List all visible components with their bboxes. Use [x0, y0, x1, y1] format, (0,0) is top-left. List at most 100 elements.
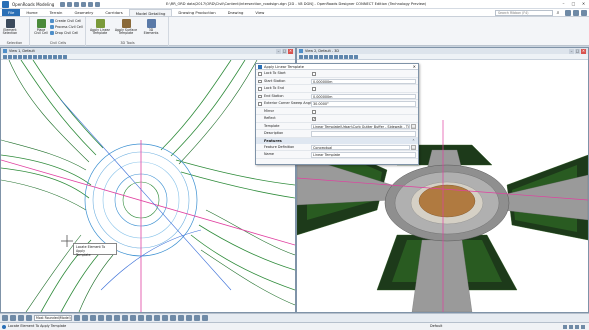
drop-civil-cell-button[interactable]: Drop Civil Cell: [50, 31, 78, 35]
copy-icon[interactable]: [130, 315, 136, 321]
element-selection-button[interactable]: Element Selection: [2, 19, 18, 36]
zoom-out-icon[interactable]: [18, 54, 22, 59]
search-icon[interactable]: ⌕: [555, 10, 561, 16]
copy-view-icon[interactable]: [53, 54, 57, 59]
tab-view[interactable]: View: [249, 9, 270, 16]
tab-file[interactable]: File: [2, 9, 21, 16]
fence-icon[interactable]: [122, 315, 128, 321]
create-civil-cell-button[interactable]: Create Civil Cell: [50, 19, 81, 23]
line-icon[interactable]: [170, 315, 176, 321]
view-1-close-icon[interactable]: ✕: [288, 48, 293, 54]
window-area-icon[interactable]: [23, 54, 27, 59]
zoom-in-icon[interactable]: [309, 54, 313, 59]
lock-to-start-checkbox[interactable]: [258, 72, 262, 76]
start-station-lock[interactable]: [258, 79, 262, 83]
zoom-out-icon[interactable]: [314, 54, 318, 59]
print-icon[interactable]: [95, 1, 101, 7]
notification-icon[interactable]: [581, 324, 585, 329]
tab-drawing[interactable]: Drawing: [222, 9, 250, 16]
pan-view-icon[interactable]: [38, 54, 42, 59]
apply-linear-template-button[interactable]: Apply Linear Template: [89, 19, 111, 36]
redo-icon[interactable]: [88, 1, 94, 7]
rotate-view-icon[interactable]: [33, 54, 37, 59]
move-icon[interactable]: [138, 315, 144, 321]
open-file-icon[interactable]: [67, 1, 73, 7]
close-icon[interactable]: ✕: [580, 1, 587, 7]
app-logo-icon[interactable]: [2, 0, 9, 8]
snap-icon[interactable]: [74, 315, 80, 321]
delete-icon[interactable]: [162, 315, 168, 321]
template-field[interactable]: Linear Template\Urban\Curb Gutter Buffer…: [311, 123, 410, 129]
walk-icon[interactable]: [349, 54, 353, 59]
rounding-mode-select[interactable]: Most Rounded(Model): [34, 315, 72, 321]
template-browse-button[interactable]: …: [411, 123, 416, 129]
ribbon-search-input[interactable]: Search Ribbon (F4): [495, 10, 553, 16]
tab-home[interactable]: Home: [20, 9, 43, 16]
view-toggle-icon[interactable]: [10, 315, 16, 321]
tab-corridors[interactable]: Corridors: [99, 9, 128, 16]
undo-icon[interactable]: [81, 1, 87, 7]
view-1-maximize-icon[interactable]: □: [282, 48, 287, 54]
help-icon[interactable]: [573, 10, 579, 16]
reflect-checkbox[interactable]: ✓: [312, 117, 316, 121]
start-station-field[interactable]: 0.000000m: [311, 78, 416, 84]
update-view-icon[interactable]: [304, 54, 308, 59]
scale-icon[interactable]: [154, 315, 160, 321]
settings-icon[interactable]: [2, 315, 8, 321]
feature-name-field[interactable]: Linear Template: [311, 152, 416, 158]
view-1-canvas[interactable]: [1, 59, 295, 312]
apply-surface-template-button[interactable]: Apply Surface Template: [114, 19, 138, 36]
mirror-checkbox[interactable]: [312, 109, 316, 114]
display-style-icon[interactable]: [58, 54, 62, 59]
view-2-maximize-icon[interactable]: □: [575, 48, 580, 54]
grid-icon[interactable]: [90, 315, 96, 321]
active-level[interactable]: Default: [430, 323, 442, 330]
workflow-selector[interactable]: OpenRoads Modeling: [12, 2, 54, 7]
end-station-field[interactable]: 0.000000m: [311, 93, 416, 99]
lock-to-end-value-checkbox[interactable]: [312, 87, 316, 91]
display-style-icon[interactable]: [354, 54, 358, 59]
model-icon[interactable]: [575, 324, 579, 329]
process-civil-cell-button[interactable]: Process Civil Cell: [50, 25, 83, 29]
text-icon[interactable]: [194, 315, 200, 321]
accudraw-icon[interactable]: [82, 315, 88, 321]
clip-volume-icon[interactable]: [63, 54, 67, 59]
rotate-icon[interactable]: [146, 315, 152, 321]
lock-icon[interactable]: [563, 324, 567, 329]
measure-icon[interactable]: [98, 315, 104, 321]
level-display-icon[interactable]: [114, 315, 120, 321]
description-field[interactable]: [311, 131, 416, 137]
dimension-icon[interactable]: [202, 315, 208, 321]
tab-model-detailing[interactable]: Model Detailing: [128, 9, 173, 16]
view-previous-icon[interactable]: [339, 54, 343, 59]
feature-definition-field[interactable]: Conceptual: [311, 144, 410, 150]
view-next-icon[interactable]: [344, 54, 348, 59]
lock-to-end-checkbox[interactable]: [258, 87, 262, 91]
key-in-icon[interactable]: [18, 315, 24, 321]
end-station-lock[interactable]: [258, 94, 262, 98]
view-2-close-icon[interactable]: ✕: [581, 48, 586, 54]
settings-icon[interactable]: [581, 10, 587, 16]
pan-view-icon[interactable]: [334, 54, 338, 59]
circle-icon[interactable]: [186, 315, 192, 321]
update-view-icon[interactable]: [8, 54, 12, 59]
window-area-icon[interactable]: [319, 54, 323, 59]
rotate-view-icon[interactable]: [329, 54, 333, 59]
tab-geometry[interactable]: Geometry: [68, 9, 99, 16]
new-file-icon[interactable]: [60, 1, 66, 7]
element-info-icon[interactable]: [106, 315, 112, 321]
help-icon[interactable]: [26, 315, 32, 321]
zoom-in-icon[interactable]: [13, 54, 17, 59]
maximize-icon[interactable]: □: [570, 1, 577, 7]
user-icon[interactable]: [565, 10, 571, 16]
lock-to-start-value-checkbox[interactable]: [312, 72, 316, 76]
tab-drawing-production[interactable]: Drawing Production: [172, 9, 221, 16]
view-attributes-icon[interactable]: [299, 54, 303, 59]
view-previous-icon[interactable]: [43, 54, 47, 59]
arc-icon[interactable]: [178, 315, 184, 321]
fit-view-icon[interactable]: [324, 54, 328, 59]
view-1-minimize-icon[interactable]: –: [276, 48, 281, 54]
place-civil-cell-button[interactable]: Place Civil Cell: [33, 19, 49, 36]
save-icon[interactable]: [74, 1, 80, 7]
sweep-angle-lock[interactable]: [258, 102, 262, 106]
